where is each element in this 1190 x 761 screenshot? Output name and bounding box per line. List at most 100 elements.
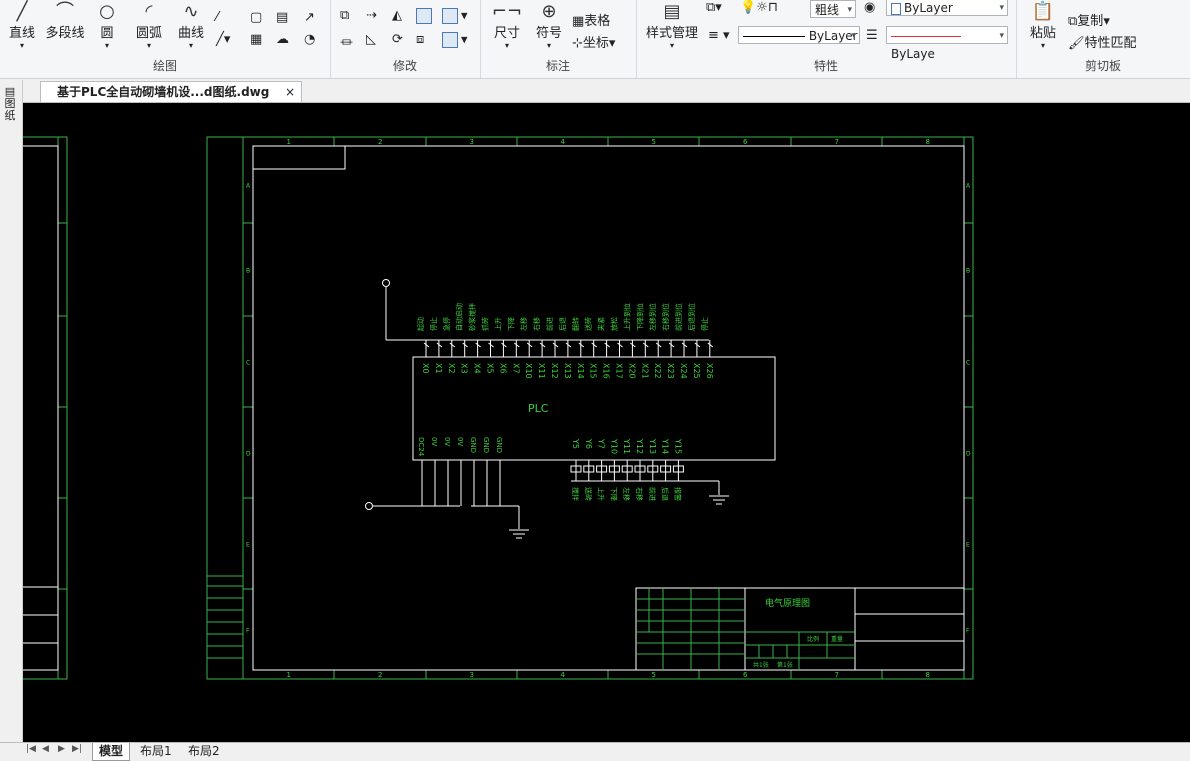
input-label: X14 <box>576 363 585 379</box>
plc-schematic: PLC X0 X1 X2 X3 X4 X5 X6 X7 X10 X11 X12 X13 X14 X15 X1… <box>365 279 776 539</box>
input-description: 上升 <box>493 317 502 331</box>
output-label: Y6 <box>584 438 593 449</box>
lineweight-combo[interactable]: 粗线 ▾ <box>810 0 856 18</box>
lineweight-bylayer-combo[interactable]: ByLaye ▾ <box>886 26 1008 61</box>
chevron-down-icon: ▾ <box>851 31 856 41</box>
point-icon[interactable]: ↗ <box>304 10 315 25</box>
drawing-canvas[interactable]: 1122334455667788AABBCCDDEEFF PLC X0 X1 X2 X… <box>12 103 1190 742</box>
document-tab[interactable]: 基于PLC全自动砌墙机设...d图纸.dwg × <box>40 81 302 102</box>
layer-state-icons[interactable]: 💡☼⊓ <box>740 0 778 15</box>
color-wheel-icon[interactable]: ◉ <box>864 0 875 15</box>
input-description: 翻转 <box>571 317 580 331</box>
color-combo[interactable]: ByLayer ▾ <box>886 0 1008 16</box>
input-description: 送砖 <box>584 317 593 331</box>
mirror-icon[interactable]: ◭ <box>392 8 402 23</box>
layer-icon[interactable]: ⧉▾ <box>706 0 722 15</box>
last-tab-icon[interactable]: ▶| <box>72 744 82 754</box>
border-number-top: 6 <box>743 138 748 146</box>
border-number-bottom: 7 <box>835 671 839 679</box>
input-label: X1 <box>434 363 443 374</box>
chevron-down-icon: ▾ <box>847 5 852 15</box>
first-tab-icon[interactable]: |◀ <box>26 744 36 754</box>
output-description: 后退 <box>661 487 670 501</box>
input-label: X23 <box>666 363 675 379</box>
close-icon[interactable]: × <box>285 82 295 102</box>
modify-group: ⧉ ⇢ ◭ ▾ ⏛ ◺ ⟳ ⧈ ▾ 修改 <box>330 0 481 78</box>
input-label: X20 <box>627 363 636 379</box>
xline-icon[interactable]: ╱▾ <box>216 32 230 47</box>
copy-object-icon[interactable]: ⧉ <box>340 8 349 23</box>
cloud-icon[interactable]: ☁ <box>276 32 289 47</box>
input-label: X17 <box>615 363 624 379</box>
border-number-top: 1 <box>287 138 291 146</box>
donut-icon[interactable]: ◔ <box>304 32 315 47</box>
cad-drawing: 1122334455667788A AB BC CD DE EF F PLC X0 X1 X2 X… <box>12 136 974 680</box>
clipboard-group: 📋 粘贴 ▾ ⧉复制▾ 🖌特性匹配 剪切板 <box>1016 0 1190 78</box>
lineweight-icon[interactable]: ☰ <box>866 28 878 43</box>
curve-icon: ∿ <box>183 1 199 22</box>
output-description: 下降 <box>609 487 618 501</box>
next-tab-icon[interactable]: ▶ <box>58 744 65 754</box>
rotate-icon[interactable]: ⟳ <box>392 32 403 47</box>
border-number-bottom: 2 <box>378 671 382 679</box>
hatch-icon[interactable]: ▤ <box>276 10 288 25</box>
copy-button[interactable]: ⧉复制▾ <box>1068 10 1110 29</box>
rectangle-icon[interactable]: ▢ <box>250 10 262 25</box>
output-label: Y11 <box>622 438 631 454</box>
border-letter-left: C <box>246 360 250 367</box>
input-label: X22 <box>653 363 662 379</box>
polyline-icon: ⌒ <box>56 1 74 22</box>
input-description: 下降 <box>506 317 515 331</box>
ray-icon[interactable]: ⁄ <box>216 10 218 25</box>
circle-button[interactable]: ○ 圆 ▾ <box>92 2 122 51</box>
input-label: X15 <box>589 363 598 379</box>
input-common-terminal <box>382 279 390 287</box>
output-label: Y7 <box>597 438 606 449</box>
sheet-icon[interactable]: ▤ 图纸 <box>3 86 17 122</box>
input-description: 砂浆搅拌 <box>468 303 477 331</box>
output-description: 报警 <box>673 487 682 501</box>
input-description: 夹紧 <box>597 317 606 331</box>
match-properties-button[interactable]: 🖌特性匹配 <box>1068 32 1137 51</box>
tab-layout1[interactable]: 布局1 <box>134 743 178 760</box>
output-description: 右移 <box>635 487 644 501</box>
border-letter-left: E <box>246 542 250 549</box>
coordinate-button[interactable]: ⊹坐标▾ <box>572 32 615 51</box>
adjacent-sheet-frame <box>12 136 68 680</box>
erase-icon[interactable]: ▾ <box>442 32 468 48</box>
symbol-button[interactable]: ⊕ 符号 ▾ <box>532 2 566 51</box>
offset-icon[interactable]: ⏛ <box>340 32 353 51</box>
explode-icon[interactable]: ◺ <box>366 32 376 47</box>
output-label: Y10 <box>609 438 618 454</box>
fillet-icon[interactable]: ⧈ <box>416 32 424 47</box>
power-terminal-label: GND <box>469 437 477 453</box>
linetype-icon[interactable]: ≡ ▾ <box>708 28 730 43</box>
dimension-button[interactable]: ⌐¬ 尺寸 ▾ <box>490 2 524 51</box>
tab-model[interactable]: 模型 <box>92 743 131 761</box>
layout-tab-bar: |◀ ◀ ▶ ▶| 模型 布局1 布局2 <box>0 742 1190 761</box>
style-manager-button[interactable]: ▤ 样式管理 ▾ <box>642 2 702 51</box>
input-label: X11 <box>537 363 546 379</box>
table-button[interactable]: ▦表格 <box>572 10 610 29</box>
trim-icon[interactable]: ⇢ <box>366 8 377 23</box>
prev-tab-icon[interactable]: ◀ <box>42 744 49 754</box>
tab-layout2[interactable]: 布局2 <box>182 743 226 760</box>
border-letter-right: E <box>966 542 970 549</box>
region-icon[interactable]: ▦ <box>250 32 262 47</box>
input-description: 前进 <box>545 317 554 331</box>
array-icon[interactable] <box>416 8 435 24</box>
line-button[interactable]: ╱ 直线 ▾ <box>6 1 38 51</box>
power-terminal-label: 0V <box>456 437 464 446</box>
polyline-button[interactable]: ⌒ 多段线 <box>42 1 88 42</box>
border-labels: 1 1 2 2 3 3 4 4 5 5 6 6 7 7 8 8 A A B B C C D D E E F F <box>246 138 971 679</box>
title-block-name: 电气原理图 <box>765 597 810 609</box>
line-icon: ╱ <box>16 1 28 22</box>
output-description: 左移 <box>622 487 631 501</box>
border-number-top: 2 <box>378 138 382 146</box>
output-description: 搅拌 <box>571 487 580 501</box>
arc-button[interactable]: ◜ 圆弧 ▾ <box>132 2 166 51</box>
linetype-combo[interactable]: ByLayer ▾ <box>738 26 860 44</box>
stretch-icon[interactable]: ▾ <box>442 8 468 24</box>
curve-button[interactable]: ∿ 曲线 ▾ <box>174 1 208 51</box>
paste-button[interactable]: 📋 粘贴 ▾ <box>1026 2 1060 51</box>
